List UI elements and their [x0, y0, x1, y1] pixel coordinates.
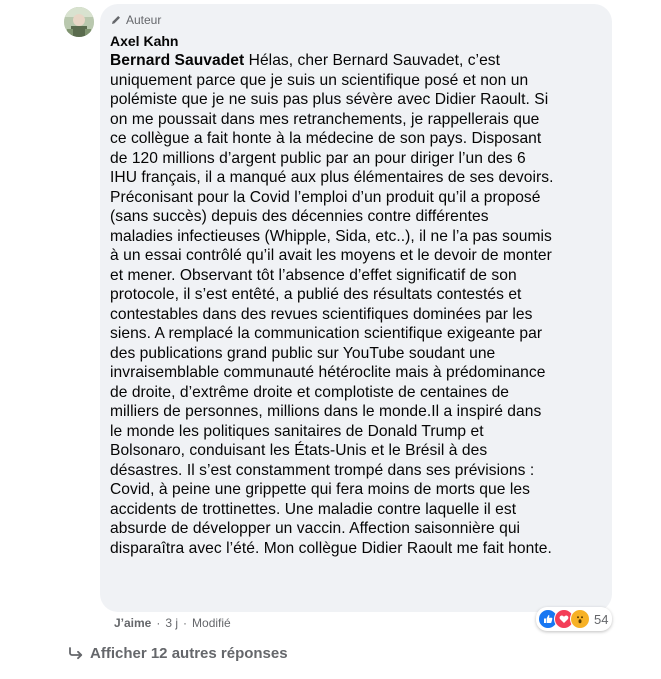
comment-author[interactable]: Axel Kahn	[110, 32, 602, 50]
show-more-replies-button[interactable]: Afficher 12 autres réponses	[68, 645, 288, 662]
comment-line: invraisemblable communauté hétéroclite m…	[110, 364, 546, 381]
reply-arrow-icon	[69, 646, 83, 659]
comment-line: le monde les politiques sanitaires de Do…	[110, 422, 484, 440]
separator-dot: ·	[156, 616, 161, 630]
comment-line: polémiste que je ne suis pas plus sévère…	[110, 91, 549, 108]
comment-line: et mener. Observant tôt l’absence d’effe…	[110, 266, 517, 284]
comment-line: de droite, d’extrême droite et complotis…	[110, 383, 510, 401]
comment-line: accidents de trottinettes. Une maladie c…	[110, 500, 517, 518]
comment-actions: J’aime · 3 j · Modifié	[114, 616, 231, 630]
comment-line: Préconisant pour la Covid l’emploi d’un …	[110, 188, 541, 206]
pencil-icon	[112, 16, 120, 24]
comment-line: Covid, à peine une grippette qui fera mo…	[110, 481, 530, 498]
reaction-count: 54	[594, 611, 609, 627]
author-badge: Auteur	[110, 12, 602, 28]
comment-bubble: Auteur Axel Kahn Bernard Sauvadet Hélas,…	[100, 4, 612, 612]
reactions-summary[interactable]: 54	[536, 607, 613, 631]
comment-line: uniquement parce que je suis un scientif…	[110, 71, 529, 89]
comment-timestamp[interactable]: 3 j	[165, 616, 178, 630]
wow-icon	[570, 609, 590, 629]
comment-line: absurde de développer un vaccin. Affecti…	[110, 520, 521, 537]
comment-line: siens. A remplacé la communication scien…	[110, 325, 543, 342]
comment-line: Hélas, cher Bernard Sauvadet, c’est	[244, 52, 501, 69]
comment-line: (sans succès) depuis des décennies contr…	[110, 208, 489, 225]
comment-line: maladies infectieuses (Whipple, Sida, et…	[110, 227, 552, 245]
comment-line: contestables dans des revues scientifiqu…	[110, 305, 533, 323]
like-button[interactable]: J’aime	[114, 616, 151, 630]
comment-line: on me poussait dans mes retranchements, …	[110, 110, 540, 128]
mention-link[interactable]: Bernard Sauvadet	[110, 52, 244, 69]
comment-line: Bolsonaro, conduisant les États-Unis et …	[110, 442, 488, 459]
comment-text: Bernard Sauvadet Hélas, cher Bernard Sau…	[110, 51, 602, 558]
comment-line: à un essai contrôlé qu’il avait les moye…	[110, 247, 552, 264]
avatar[interactable]	[64, 7, 94, 37]
comment-line: IHU français, il a manqué aux plus éléme…	[110, 169, 554, 186]
comment-line: milliers de personnes, millions dans le …	[110, 403, 542, 420]
comment-line: protocole, il s’est entêté, a publié des…	[110, 286, 522, 303]
comment-line: désastres. Il s’est constamment trompé d…	[110, 461, 535, 479]
comment-line: disparaîtra avec l’été. Mon collègue Did…	[110, 539, 552, 557]
comment-line: de 120 millions d’argent public par an p…	[110, 149, 526, 167]
show-more-replies-label: Afficher 12 autres réponses	[90, 645, 288, 662]
author-badge-label: Auteur	[126, 13, 162, 27]
edited-label[interactable]: Modifié	[192, 616, 231, 630]
separator-dot: ·	[183, 616, 188, 630]
comment-line: des publications grand public sur YouTub…	[110, 344, 496, 362]
avatar-image	[64, 7, 94, 37]
comment-line: ce collègue a fait honte à la médecine d…	[110, 130, 542, 147]
